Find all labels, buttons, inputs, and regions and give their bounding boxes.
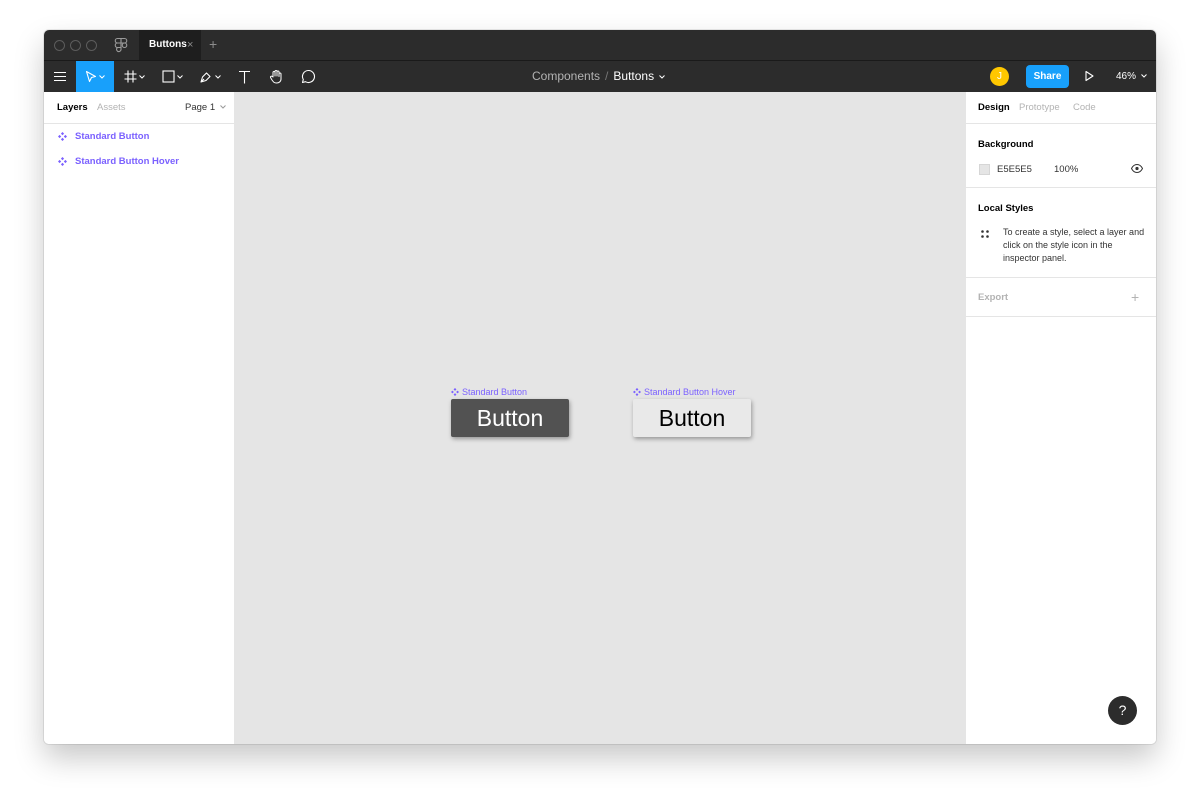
maximize-window-button[interactable] — [86, 40, 97, 51]
section-title: Background — [978, 139, 1034, 150]
design-panel: Design Prototype Code Background E5E5E5 … — [965, 92, 1156, 744]
title-bar: Buttons × + — [44, 30, 1156, 60]
page-select[interactable]: Page 1 — [185, 92, 226, 124]
layer-item-standard-button[interactable]: Standard Button — [58, 128, 149, 144]
local-styles-section: Local Styles To create a style, select a… — [966, 188, 1156, 278]
tab-prototype[interactable]: Prototype — [1019, 92, 1060, 124]
help-button[interactable]: ? — [1108, 696, 1137, 725]
section-title: Local Styles — [978, 203, 1034, 214]
layer-name: Standard Button Hover — [75, 155, 179, 167]
tab-code[interactable]: Code — [1073, 92, 1096, 124]
style-icon — [981, 230, 989, 238]
chevron-down-icon — [1140, 74, 1147, 79]
layer-name: Standard Button — [75, 130, 150, 142]
component-icon — [451, 388, 459, 396]
left-panel-tabs: Layers Assets Page 1 — [44, 92, 234, 124]
tab-buttons[interactable]: Buttons × — [139, 30, 201, 60]
component-icon — [58, 156, 67, 166]
rectangle-icon — [161, 70, 175, 83]
present-play-icon[interactable] — [1084, 70, 1095, 82]
canvas[interactable]: Standard Button Button Standard Button H… — [235, 92, 965, 744]
component-icon — [633, 388, 641, 396]
text-icon — [238, 70, 250, 83]
hand-tool-button[interactable] — [262, 61, 290, 92]
chevron-down-icon — [99, 74, 105, 79]
breadcrumb-separator: / — [605, 69, 609, 83]
hamburger-icon — [54, 71, 66, 82]
component-label-standard-button-hover[interactable]: Standard Button Hover — [633, 387, 736, 397]
toolbar: Components / Buttons J Share 46% — [44, 60, 1156, 92]
standard-button-component[interactable]: Button — [451, 399, 569, 437]
main-menu-button[interactable] — [44, 61, 76, 92]
tab-design[interactable]: Design — [978, 92, 1010, 124]
chevron-down-icon — [176, 74, 183, 79]
share-button[interactable]: Share — [1026, 65, 1069, 88]
component-label-text: Standard Button Hover — [644, 387, 736, 397]
close-window-button[interactable] — [54, 40, 65, 51]
standard-button-hover-component[interactable]: Button — [633, 399, 751, 437]
shape-tool-button[interactable] — [156, 61, 188, 92]
breadcrumb: Components / Buttons — [532, 61, 666, 92]
section-title: Export — [978, 292, 1009, 303]
background-opacity-value[interactable]: 100% — [1054, 164, 1078, 175]
export-section: Export + — [966, 278, 1156, 317]
chevron-down-icon — [219, 105, 226, 110]
zoom-level: 46% — [1116, 71, 1137, 82]
comment-tool-button[interactable] — [294, 61, 322, 92]
pointer-icon — [85, 70, 97, 82]
tab-assets[interactable]: Assets — [97, 92, 126, 124]
breadcrumb-file[interactable]: Buttons — [613, 69, 654, 83]
tab-close-icon[interactable]: × — [187, 30, 193, 60]
layer-item-standard-button-hover[interactable]: Standard Button Hover — [58, 153, 179, 169]
text-tool-button[interactable] — [230, 61, 258, 92]
background-color-swatch[interactable] — [979, 164, 990, 175]
hand-icon — [269, 70, 281, 84]
minimize-window-button[interactable] — [70, 40, 81, 51]
add-export-icon[interactable]: + — [1131, 290, 1139, 304]
avatar[interactable]: J — [990, 67, 1009, 86]
app-window: Buttons × + Components / Buttons J Share… — [44, 30, 1156, 744]
new-tab-icon[interactable]: + — [209, 36, 217, 52]
move-tool-button[interactable] — [76, 61, 114, 92]
eye-icon[interactable] — [1131, 164, 1143, 173]
component-label-text: Standard Button — [462, 387, 528, 397]
component-icon — [58, 131, 67, 141]
chevron-down-icon — [138, 74, 145, 79]
chevron-down-icon — [215, 74, 221, 79]
pen-tool-button[interactable] — [194, 61, 226, 92]
comment-icon — [301, 69, 315, 84]
figma-logo-icon[interactable] — [114, 37, 128, 54]
pen-icon — [200, 71, 211, 83]
background-hex-value[interactable]: E5E5E5 — [997, 164, 1032, 175]
tab-title: Buttons — [149, 39, 187, 50]
layers-panel: Layers Assets Page 1 Standard Button Sta… — [44, 92, 235, 744]
tab-layers[interactable]: Layers — [57, 92, 88, 124]
component-label-standard-button[interactable]: Standard Button — [451, 387, 527, 397]
local-styles-hint: To create a style, select a layer and cl… — [1003, 227, 1145, 263]
chevron-down-icon[interactable] — [659, 74, 666, 79]
zoom-select[interactable]: 46% — [1116, 61, 1147, 92]
page-select-label: Page 1 — [185, 102, 216, 113]
background-section: Background E5E5E5 100% — [966, 124, 1156, 188]
right-panel-tabs: Design Prototype Code — [966, 92, 1156, 124]
frame-tool-button[interactable] — [118, 61, 150, 92]
breadcrumb-project[interactable]: Components — [532, 69, 600, 83]
frame-icon — [124, 70, 136, 83]
